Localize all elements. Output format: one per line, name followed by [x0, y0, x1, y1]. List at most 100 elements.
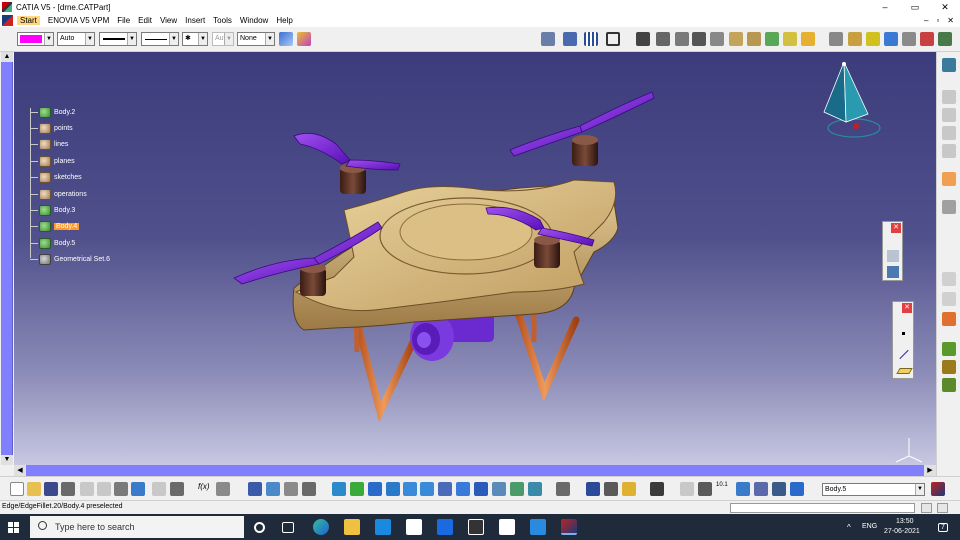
sketch-positioned-disabled-icon[interactable] [942, 108, 956, 122]
open-folder-icon[interactable] [27, 482, 41, 496]
knowledge-icon[interactable] [541, 32, 555, 46]
tree-item-body-2[interactable]: Body.2 [30, 105, 75, 119]
flag-note-icon[interactable] [942, 292, 956, 306]
menu-view[interactable]: View [160, 16, 177, 25]
fill-color-select[interactable]: ▼ [17, 32, 54, 46]
store-icon[interactable] [499, 519, 515, 535]
axis-system-icon[interactable] [920, 32, 934, 46]
catia-logo-icon[interactable] [2, 15, 13, 26]
boolean-icon[interactable] [884, 32, 898, 46]
paste-icon[interactable] [114, 482, 128, 496]
sketcher-icon[interactable] [636, 32, 650, 46]
restore-button[interactable]: ▭ [900, 0, 930, 14]
cortana-icon[interactable] [254, 522, 265, 533]
cut-icon[interactable] [80, 482, 94, 496]
line-thickness-select[interactable]: ▼ [99, 32, 137, 46]
geometrical-set-icon[interactable] [39, 139, 51, 151]
macro-icon[interactable] [284, 482, 298, 496]
transparency-select[interactable]: Auto ▼ [57, 32, 95, 46]
minimize-button[interactable]: – [870, 0, 900, 14]
windows-start-icon[interactable] [8, 522, 19, 533]
copy-icon[interactable] [97, 482, 111, 496]
shaft-icon[interactable] [692, 32, 706, 46]
grid-icon[interactable] [584, 32, 598, 46]
constraints-icon[interactable] [586, 482, 600, 496]
shading-icon[interactable] [492, 482, 506, 496]
tree-item-body-4[interactable]: Body.4 [30, 220, 80, 234]
profile-icon[interactable] [942, 200, 956, 214]
fit-all-in-icon[interactable] [350, 482, 364, 496]
construction-icon[interactable] [887, 266, 899, 278]
drone-model[interactable] [14, 52, 936, 465]
tools-palette-icon[interactable] [680, 482, 694, 496]
file-explorer-icon[interactable] [344, 519, 360, 535]
menu-file[interactable]: File [117, 16, 130, 25]
comment-icon[interactable] [216, 482, 230, 496]
pan-icon[interactable] [368, 482, 382, 496]
tree-item-body-5[interactable]: Body.5 [30, 236, 75, 250]
plane-disabled-icon[interactable] [942, 144, 956, 158]
shell-icon[interactable] [765, 32, 779, 46]
save-icon[interactable] [44, 482, 58, 496]
properties-paint-icon[interactable] [297, 32, 311, 46]
whats-this-icon[interactable] [170, 482, 184, 496]
mail-icon[interactable] [375, 519, 391, 535]
normal-view-icon[interactable] [438, 482, 452, 496]
taskbar-search-box[interactable]: Type here to search [30, 516, 244, 538]
vertical-scrollbar[interactable]: ▲ ▼ [1, 52, 13, 465]
body-icon[interactable] [39, 204, 51, 216]
power-input-field[interactable] [730, 503, 915, 513]
stop-command-button[interactable] [921, 503, 932, 513]
tree-item-planes[interactable]: planes [30, 154, 75, 168]
geometrical-set-icon[interactable] [39, 254, 51, 266]
multi-view-icon[interactable] [456, 482, 470, 496]
menu-enovia[interactable]: ENOVIA V5 VPM [48, 16, 109, 25]
draft-icon[interactable] [783, 32, 797, 46]
language-indicator[interactable]: ENG [862, 523, 877, 530]
floating-toolbar-close-button[interactable]: ✕ [902, 303, 912, 313]
rendering-style-select[interactable]: Aut ▼ [212, 32, 234, 46]
doc-restore-button[interactable]: ▫ [936, 14, 939, 27]
select-arrow-icon[interactable] [942, 172, 956, 186]
fit-all-icon[interactable] [606, 32, 620, 46]
doc-close-button[interactable]: ✕ [947, 14, 954, 27]
thickness-icon[interactable] [801, 32, 815, 46]
scroll-left-arrow-icon[interactable]: ◀ [14, 465, 26, 476]
format-painter-icon[interactable] [279, 32, 293, 46]
geometrical-set-icon[interactable] [39, 172, 51, 184]
plane-icon[interactable] [896, 368, 913, 374]
iso-view-icon[interactable] [474, 482, 488, 496]
measure-icon[interactable] [938, 32, 952, 46]
workbench-settings-icon[interactable] [942, 58, 956, 72]
pad-icon[interactable] [656, 32, 670, 46]
horizontal-scrollbar[interactable]: ◀ ▶ [14, 465, 936, 476]
geometrical-set-icon[interactable] [39, 122, 51, 134]
undo-icon[interactable] [131, 482, 145, 496]
axis-disabled-icon[interactable] [942, 126, 956, 140]
menu-start[interactable]: Start [17, 16, 40, 25]
hand-icon[interactable] [698, 482, 712, 496]
redo-icon[interactable] [152, 482, 166, 496]
parameters-icon[interactable] [772, 482, 786, 496]
compass-widget[interactable] [823, 61, 881, 138]
point-icon[interactable] [902, 332, 905, 335]
body-icon[interactable] [39, 106, 51, 118]
measure-between-icon[interactable] [942, 342, 956, 356]
pattern-icon[interactable] [848, 32, 862, 46]
tree-item-body-3[interactable]: Body.3 [30, 203, 75, 217]
capture-icon[interactable] [650, 482, 664, 496]
print-icon[interactable] [61, 482, 75, 496]
geometrical-set-icon[interactable] [39, 188, 51, 200]
line-type-select[interactable]: ▼ [141, 32, 179, 46]
scroll-right-arrow-icon[interactable]: ▶ [924, 465, 936, 476]
menu-help[interactable]: Help [276, 16, 292, 25]
text-annotation-icon[interactable] [942, 272, 956, 286]
zoom-out-icon[interactable] [420, 482, 434, 496]
swap-visible-space-icon[interactable] [528, 482, 542, 496]
floating-toolbar-close-button[interactable]: ✕ [891, 223, 901, 233]
pocket-icon[interactable] [675, 32, 689, 46]
tree-item-geometrical-set-6[interactable]: Geometrical Set.6 [30, 253, 110, 267]
edge-browser-icon[interactable] [313, 519, 329, 535]
scroll-up-arrow-icon[interactable]: ▲ [1, 52, 13, 62]
hole-icon[interactable] [710, 32, 724, 46]
